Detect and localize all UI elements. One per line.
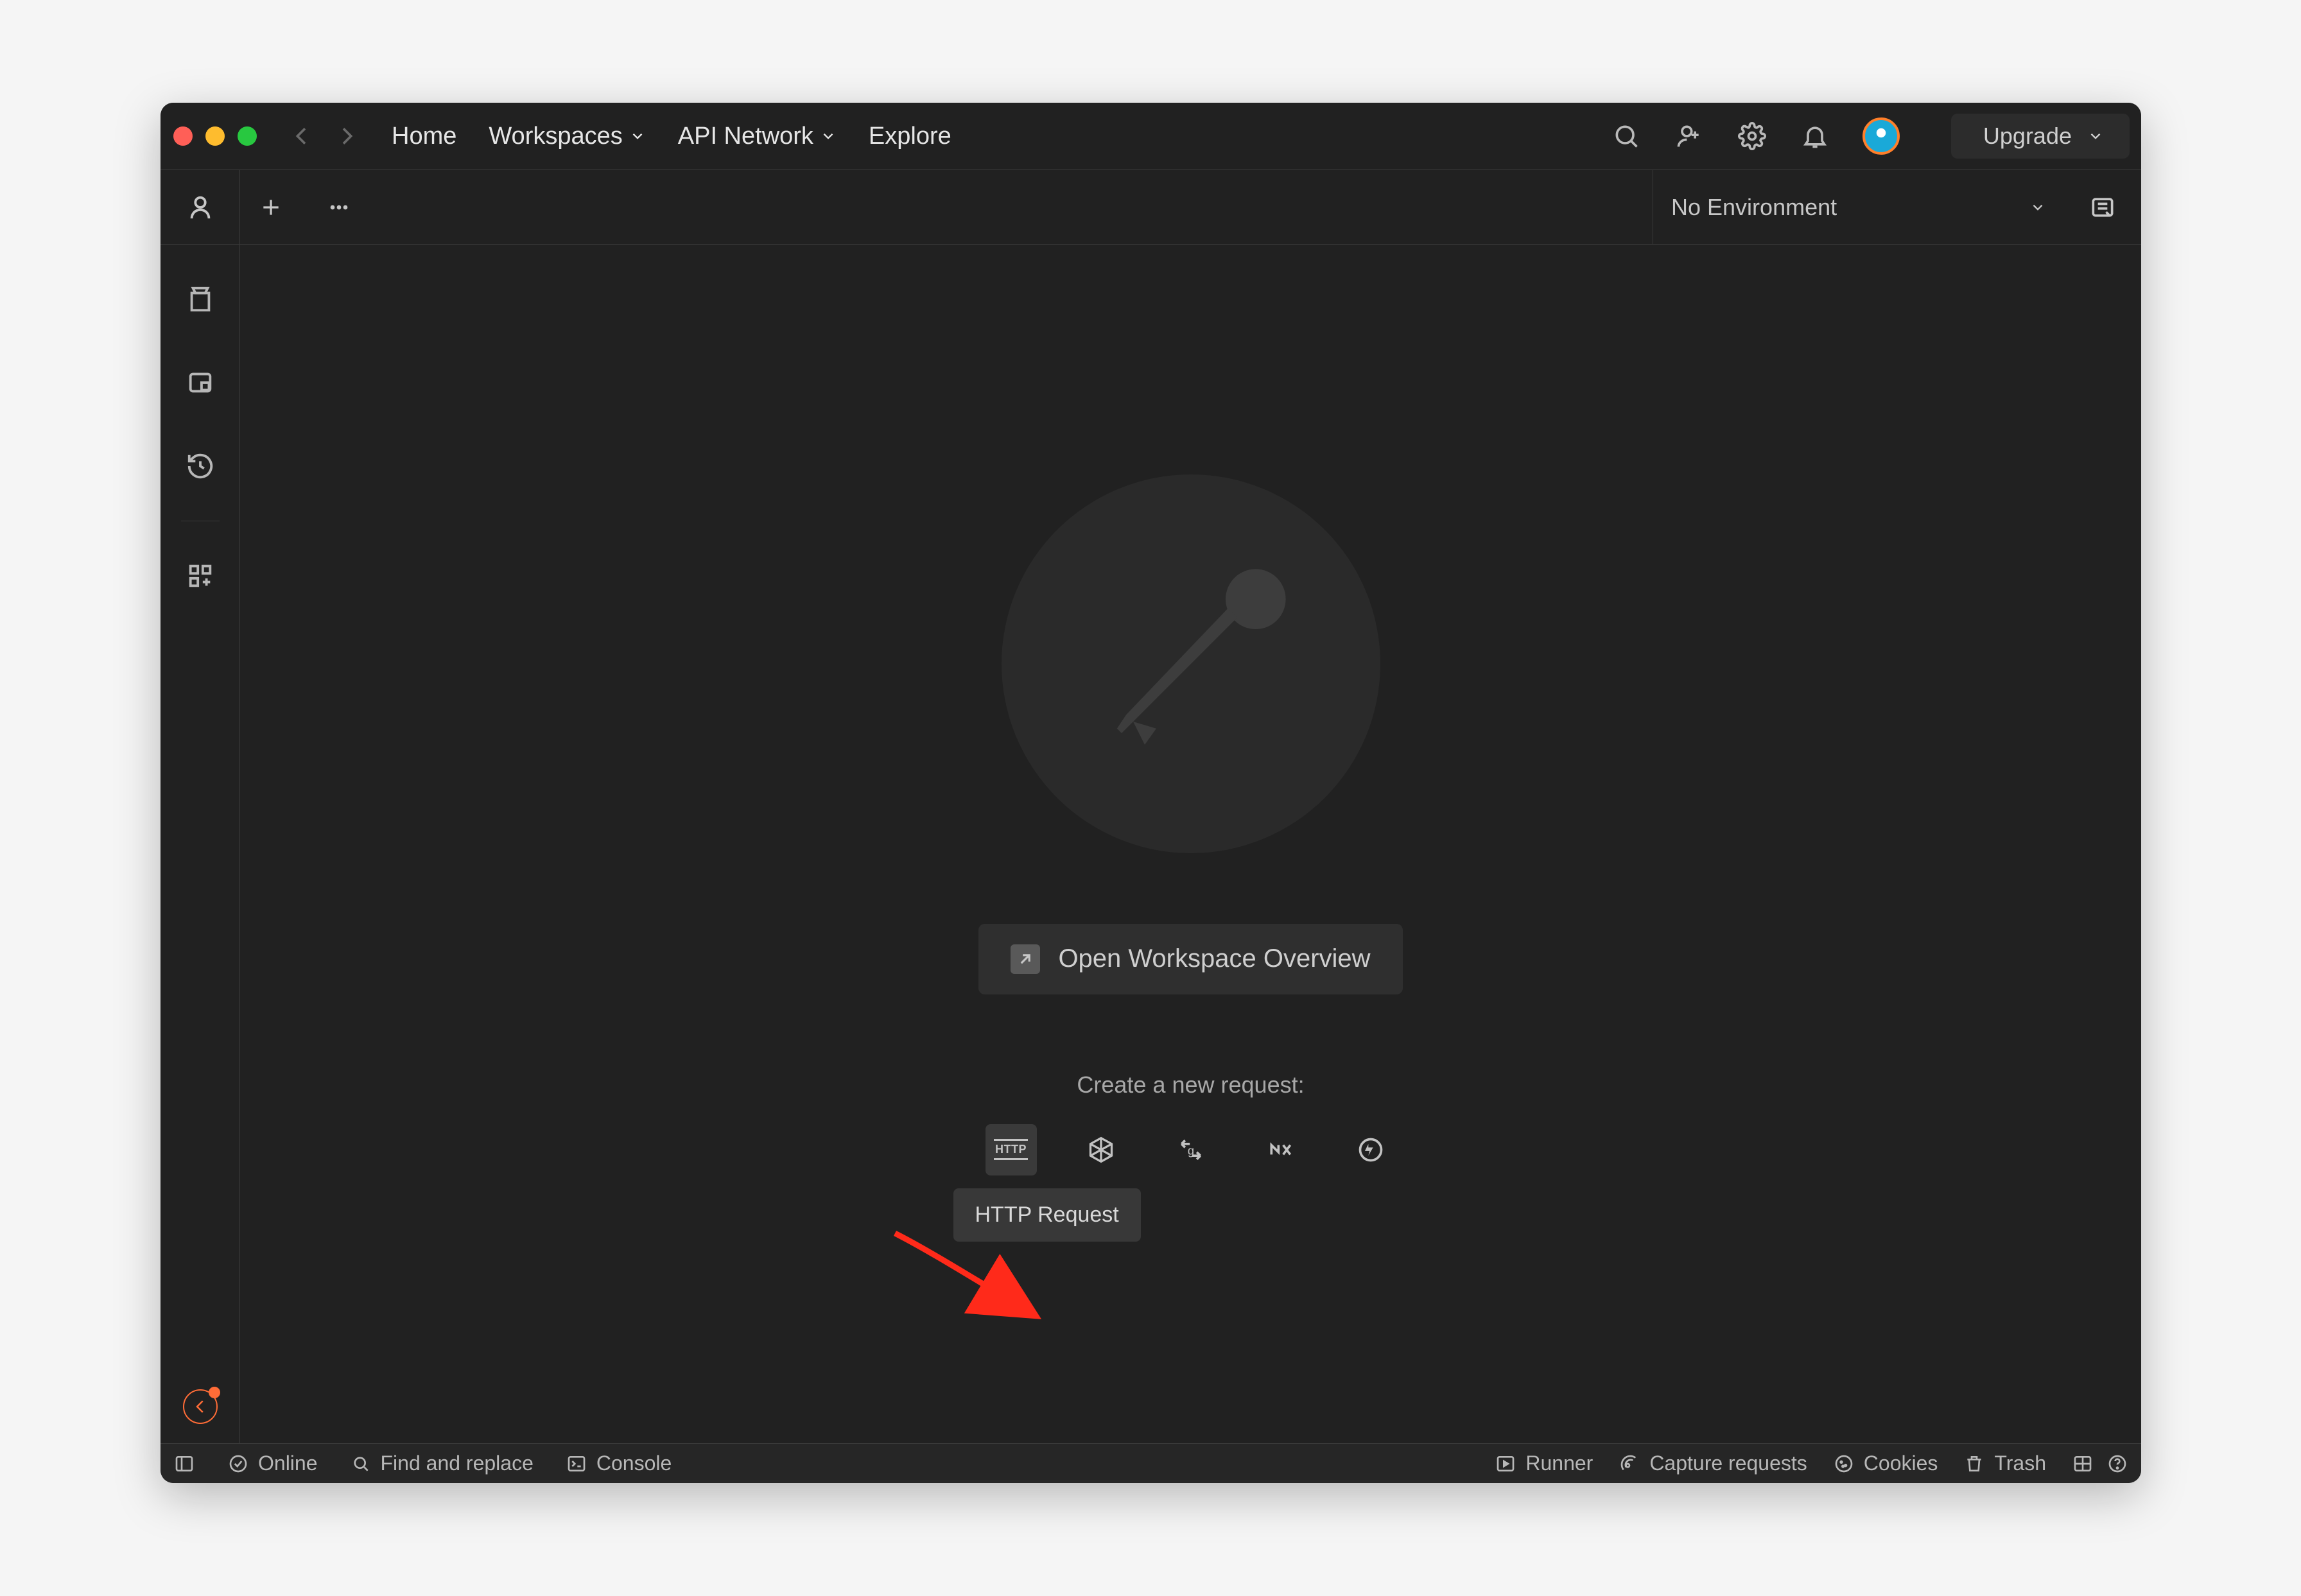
nav-explore-label: Explore bbox=[869, 123, 951, 150]
nav-workspaces[interactable]: Workspaces bbox=[489, 123, 645, 150]
subbar: No Environment bbox=[161, 170, 2141, 245]
trash-icon bbox=[1963, 1453, 1985, 1475]
new-tab-button[interactable] bbox=[253, 189, 289, 225]
toggle-sidebar-button[interactable] bbox=[173, 1453, 195, 1475]
grpc-icon: g bbox=[1177, 1136, 1205, 1164]
nav-arrows bbox=[289, 123, 360, 149]
nav-api-network-label: API Network bbox=[678, 123, 813, 150]
workspace-selector-button[interactable] bbox=[161, 170, 240, 244]
chevron-down-icon bbox=[2029, 199, 2046, 216]
check-circle-icon bbox=[227, 1453, 249, 1475]
upgrade-button[interactable]: Upgrade bbox=[1951, 114, 2130, 159]
sync-status-label: Online bbox=[258, 1452, 318, 1475]
two-pane-toggle[interactable] bbox=[2072, 1453, 2094, 1475]
play-icon bbox=[1495, 1453, 1516, 1475]
environment-selector[interactable]: No Environment bbox=[1653, 170, 2064, 244]
capture-requests-label: Capture requests bbox=[1649, 1452, 1807, 1475]
cookie-icon bbox=[1833, 1453, 1855, 1475]
top-nav: Home Workspaces API Network Explore bbox=[392, 123, 951, 150]
titlebar: Home Workspaces API Network Explore bbox=[161, 103, 2141, 170]
socketio-icon bbox=[1357, 1136, 1385, 1164]
trash-label: Trash bbox=[1994, 1452, 2046, 1475]
find-replace-label: Find and replace bbox=[381, 1452, 534, 1475]
collections-icon[interactable] bbox=[184, 283, 216, 315]
chevron-down-icon bbox=[2087, 128, 2104, 144]
postbot-button[interactable] bbox=[183, 1389, 218, 1424]
tab-strip bbox=[240, 170, 1653, 244]
body: Open Workspace Overview Create a new req… bbox=[161, 245, 2141, 1443]
nav-home-label: Home bbox=[392, 123, 456, 150]
trash-button[interactable]: Trash bbox=[1963, 1452, 2046, 1475]
sync-status[interactable]: Online bbox=[227, 1452, 318, 1475]
svg-text:g: g bbox=[1187, 1143, 1194, 1157]
app-window: Home Workspaces API Network Explore bbox=[161, 103, 2141, 1483]
main-area: Open Workspace Overview Create a new req… bbox=[240, 245, 2141, 1443]
environments-icon[interactable] bbox=[184, 367, 216, 399]
chevron-down-icon bbox=[820, 128, 837, 144]
cookies-label: Cookies bbox=[1864, 1452, 1938, 1475]
grpc-request-button[interactable]: g bbox=[1165, 1124, 1217, 1175]
minimize-window-button[interactable] bbox=[205, 126, 225, 146]
help-icon bbox=[2106, 1453, 2128, 1475]
nav-explore[interactable]: Explore bbox=[869, 123, 951, 150]
open-workspace-overview-label: Open Workspace Overview bbox=[1058, 944, 1370, 973]
maximize-window-button[interactable] bbox=[238, 126, 257, 146]
search-icon[interactable] bbox=[1611, 121, 1642, 152]
help-button[interactable] bbox=[2106, 1453, 2128, 1475]
invite-icon[interactable] bbox=[1674, 121, 1705, 152]
user-avatar[interactable] bbox=[1863, 117, 1900, 155]
cookies-button[interactable]: Cookies bbox=[1833, 1452, 1938, 1475]
console-icon bbox=[566, 1453, 587, 1475]
find-replace-button[interactable]: Find and replace bbox=[350, 1452, 534, 1475]
runner-label: Runner bbox=[1525, 1452, 1593, 1475]
graphql-icon bbox=[1087, 1136, 1115, 1164]
configure-workspace-icon[interactable] bbox=[184, 560, 216, 592]
websocket-icon bbox=[1267, 1136, 1295, 1164]
notifications-icon[interactable] bbox=[1800, 121, 1830, 152]
nav-back-button[interactable] bbox=[289, 123, 315, 149]
websocket-request-button[interactable] bbox=[1255, 1124, 1307, 1175]
http-request-button[interactable]: HTTP HTTP Request bbox=[986, 1124, 1037, 1175]
open-workspace-overview-button[interactable]: Open Workspace Overview bbox=[978, 924, 1402, 994]
close-window-button[interactable] bbox=[173, 126, 193, 146]
settings-icon[interactable] bbox=[1737, 121, 1767, 152]
nav-api-network[interactable]: API Network bbox=[678, 123, 837, 150]
nav-workspaces-label: Workspaces bbox=[489, 123, 622, 150]
environment-quicklook-button[interactable] bbox=[2064, 170, 2141, 244]
http-icon: HTTP bbox=[994, 1139, 1028, 1160]
history-icon[interactable] bbox=[184, 450, 216, 482]
chevron-down-icon bbox=[629, 128, 646, 144]
panel-icon bbox=[173, 1453, 195, 1475]
request-type-buttons: HTTP HTTP Request g bbox=[986, 1124, 1396, 1175]
nav-forward-button[interactable] bbox=[334, 123, 360, 149]
environment-label: No Environment bbox=[1671, 194, 1837, 221]
nav-home[interactable]: Home bbox=[392, 123, 456, 150]
socketio-request-button[interactable] bbox=[1345, 1124, 1396, 1175]
layout-icon bbox=[2072, 1453, 2094, 1475]
http-request-tooltip: HTTP Request bbox=[953, 1188, 1141, 1242]
tab-options-button[interactable] bbox=[321, 189, 357, 225]
search-icon bbox=[350, 1453, 372, 1475]
statusbar: Online Find and replace Console Runner C… bbox=[161, 1443, 2141, 1483]
runner-button[interactable]: Runner bbox=[1495, 1452, 1593, 1475]
window-controls bbox=[173, 126, 257, 146]
open-external-icon bbox=[1011, 944, 1040, 974]
top-icons: Upgrade bbox=[1611, 114, 2130, 159]
create-request-label: Create a new request: bbox=[1077, 1071, 1304, 1098]
satellite-icon bbox=[1619, 1453, 1640, 1475]
upgrade-button-label: Upgrade bbox=[1983, 123, 2072, 150]
console-label: Console bbox=[596, 1452, 672, 1475]
left-rail bbox=[161, 245, 240, 1443]
graphql-request-button[interactable] bbox=[1075, 1124, 1127, 1175]
postman-logo bbox=[1002, 474, 1380, 853]
console-button[interactable]: Console bbox=[566, 1452, 672, 1475]
capture-requests-button[interactable]: Capture requests bbox=[1619, 1452, 1807, 1475]
